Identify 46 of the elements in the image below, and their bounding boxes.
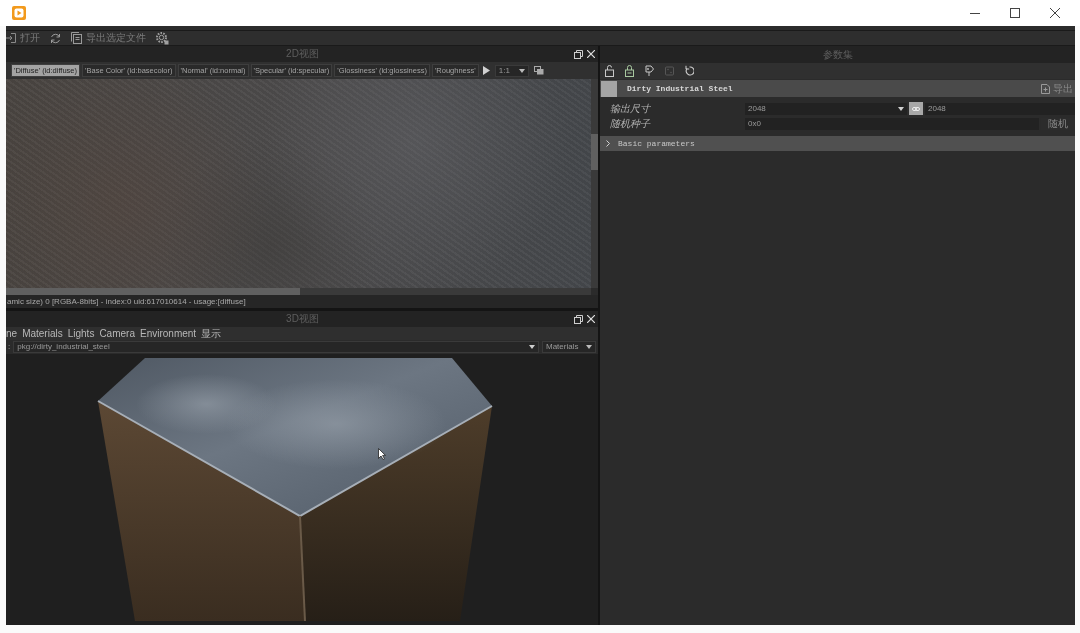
zoom-dropdown[interactable]: 1:1: [494, 64, 529, 77]
restore-icon[interactable]: [574, 314, 583, 324]
documents-icon: [71, 32, 82, 44]
menu-item[interactable]: 显示: [201, 327, 222, 340]
field-label: :: [8, 342, 11, 352]
menu-item[interactable]: Materials: [22, 327, 63, 340]
settings-icon[interactable]: [156, 31, 169, 45]
windows-icon[interactable]: [533, 66, 544, 75]
vertical-scrollbar[interactable]: [591, 79, 598, 288]
status-text: amic size) 0 [RGBA-8bits] - index:0 uid:617010614 - usage:[diffuse]: [7, 296, 246, 307]
size-dropdown[interactable]: 2048: [745, 102, 907, 115]
menu-item[interactable]: ne: [6, 327, 18, 340]
materials-dropdown[interactable]: Materials: [542, 341, 596, 353]
reset-icon[interactable]: [685, 65, 694, 77]
add-file-icon: [1041, 83, 1050, 94]
open-icon: [6, 33, 16, 43]
close-icon[interactable]: [1050, 8, 1060, 18]
section-header[interactable]: Basic parameters: [600, 136, 1075, 151]
app-icon: [12, 6, 26, 20]
collapse-button[interactable]: [601, 80, 617, 97]
caret-icon: [586, 345, 592, 349]
size-field[interactable]: 2048: [925, 102, 1075, 115]
menu-item[interactable]: Environment: [139, 327, 197, 340]
caret-icon: [898, 106, 904, 111]
refresh-icon[interactable]: [50, 32, 61, 44]
cursor-icon: [378, 448, 386, 460]
menu-item[interactable]: Lights: [67, 327, 95, 340]
minimize-icon[interactable]: [970, 12, 980, 14]
caret-icon: [529, 345, 535, 349]
parameter-label: 输出尺寸: [609, 102, 650, 115]
play-icon[interactable]: [482, 66, 490, 75]
caret-icon: [518, 68, 525, 73]
open-button[interactable]: 打开: [6, 32, 40, 44]
parameter-label: 随机种子: [609, 117, 650, 130]
seed-field[interactable]: 0x0: [745, 117, 1039, 130]
graph-name: Dirty Industrial Steel: [626, 83, 733, 94]
restore-icon[interactable]: [574, 49, 583, 59]
chain-icon: [912, 106, 920, 111]
menu-item[interactable]: Camera: [99, 327, 135, 340]
unlock-icon[interactable]: [605, 65, 614, 77]
maximize-icon[interactable]: [1010, 8, 1020, 18]
lock-icon[interactable]: [625, 65, 634, 77]
tag-icon[interactable]: [645, 65, 654, 77]
export-button[interactable]: 导出选定文件: [71, 32, 146, 44]
material-dropdown[interactable]: pkg://dirty_industrial_steel: [13, 341, 539, 353]
horizontal-scrollbar[interactable]: [6, 288, 591, 295]
